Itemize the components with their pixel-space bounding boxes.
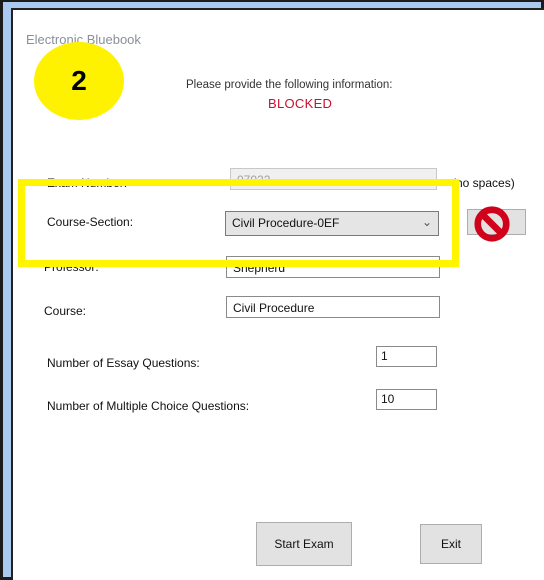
highlight-box [18, 179, 459, 267]
exit-button[interactable]: Exit [420, 524, 482, 564]
course-field[interactable]: Civil Procedure [226, 296, 440, 318]
step-badge: 2 [34, 42, 124, 120]
essay-questions-field[interactable]: 1 [376, 346, 437, 367]
instruction-text: Please provide the following information… [186, 79, 393, 91]
start-exam-button[interactable]: Start Exam [256, 522, 352, 566]
status-blocked: BLOCKED [268, 96, 333, 111]
step-number: 2 [71, 65, 87, 96]
exam-number-hint: (no spaces) [452, 176, 515, 190]
course-label: Course: [44, 304, 87, 318]
mc-questions-field[interactable]: 10 [376, 389, 437, 410]
essay-questions-label: Number of Essay Questions: [47, 356, 200, 370]
prohibited-icon [474, 206, 510, 242]
mc-questions-label: Number of Multiple Choice Questions: [47, 399, 250, 413]
